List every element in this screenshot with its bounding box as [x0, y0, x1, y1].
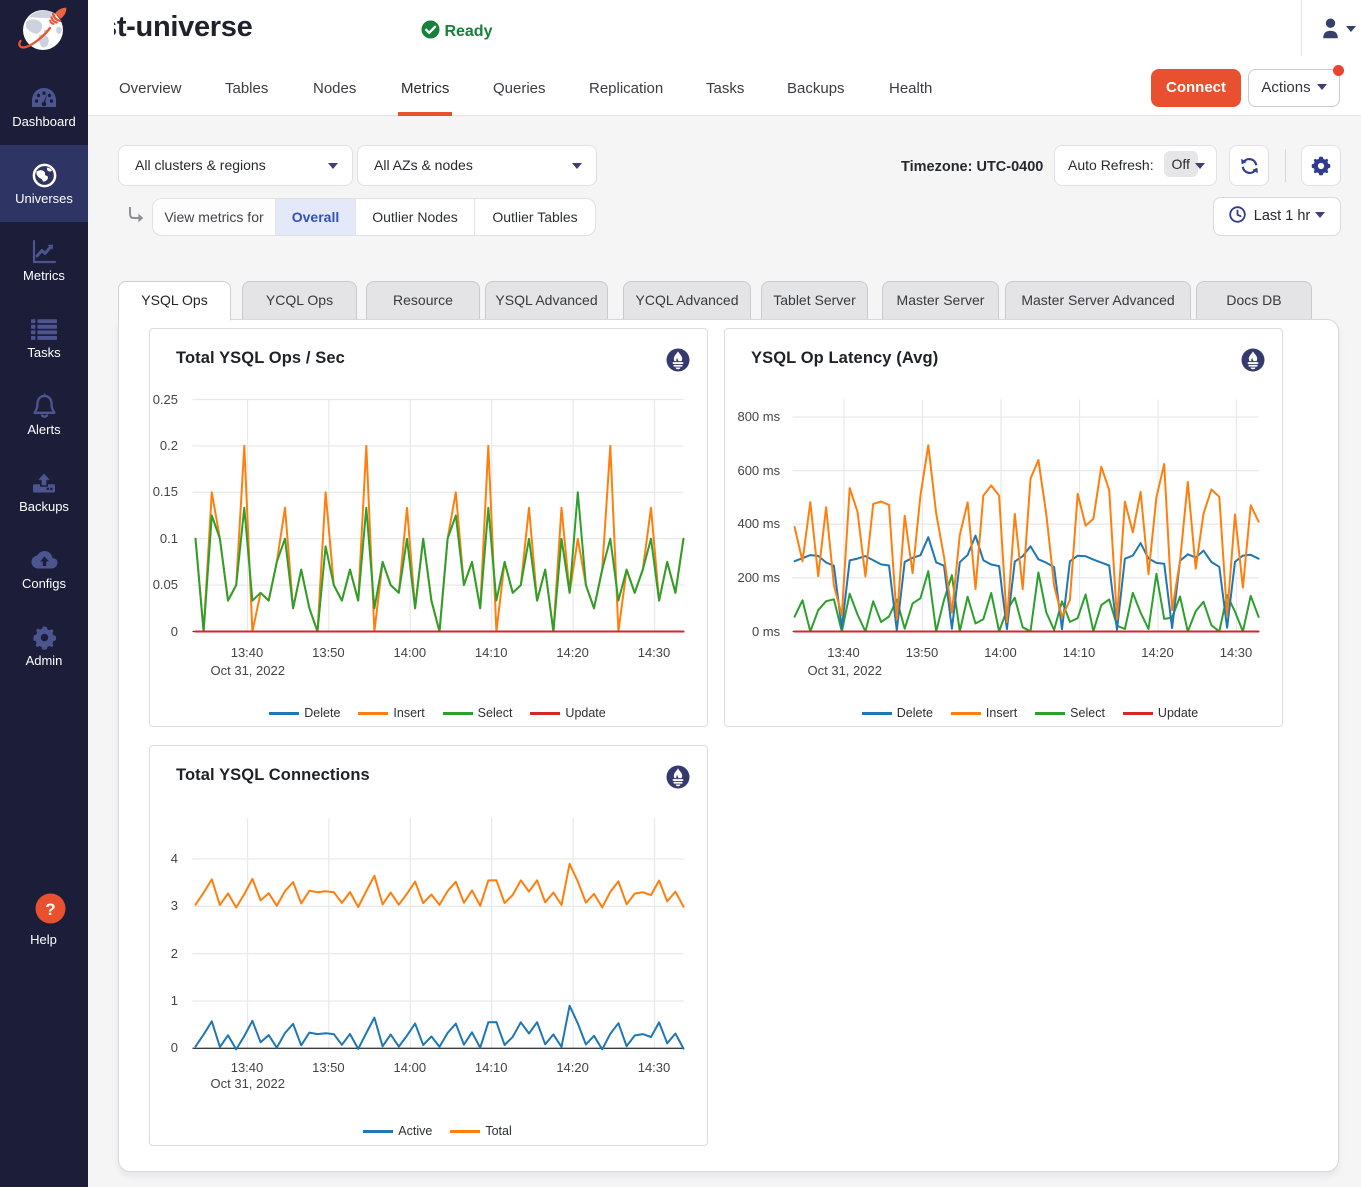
svg-text:?: ?: [45, 900, 55, 919]
